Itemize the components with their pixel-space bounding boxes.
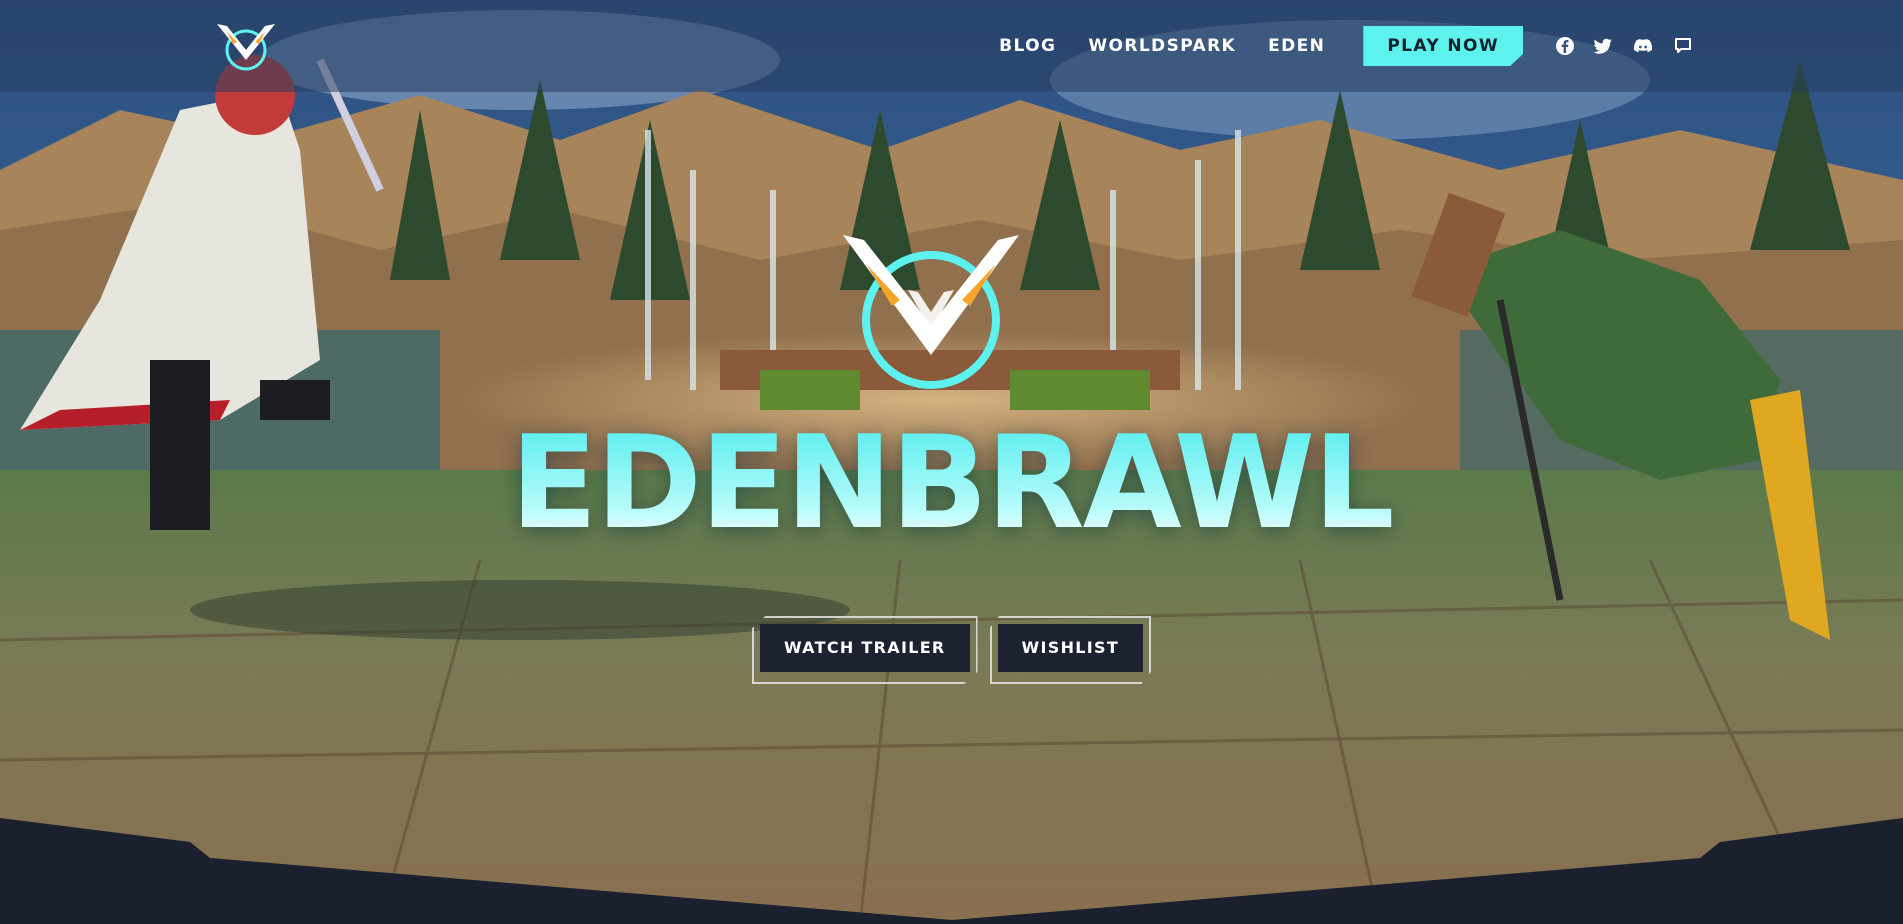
hero-section: BLOG WORLDSPARK EDEN PLAY NOW EDENBRAWL …	[0, 0, 1903, 924]
chat-icon[interactable]	[1673, 36, 1693, 56]
play-now-button[interactable]: PLAY NOW	[1363, 26, 1523, 66]
twitter-icon[interactable]	[1593, 36, 1613, 56]
social-links	[1555, 36, 1693, 56]
hero-title: EDENBRAWL	[0, 420, 1903, 548]
facebook-icon[interactable]	[1555, 36, 1575, 56]
nav-link-worldspark[interactable]: WORLDSPARK	[1088, 36, 1236, 56]
discord-icon[interactable]	[1631, 36, 1655, 56]
wishlist-label: WISHLIST	[997, 624, 1144, 672]
watch-trailer-label: WATCH TRAILER	[759, 624, 970, 672]
edenbrawl-emblem	[843, 235, 1019, 389]
wishlist-button[interactable]: WISHLIST	[989, 616, 1152, 684]
edenbrawl-logo[interactable]	[213, 20, 279, 74]
hero-actions: WATCH TRAILER WISHLIST	[0, 616, 1903, 684]
nav-link-eden[interactable]: EDEN	[1268, 36, 1325, 56]
main-nav: BLOG WORLDSPARK EDEN PLAY NOW	[999, 26, 1693, 66]
nav-link-blog[interactable]: BLOG	[999, 36, 1056, 56]
section-divider	[0, 818, 1903, 924]
watch-trailer-button[interactable]: WATCH TRAILER	[751, 616, 978, 684]
